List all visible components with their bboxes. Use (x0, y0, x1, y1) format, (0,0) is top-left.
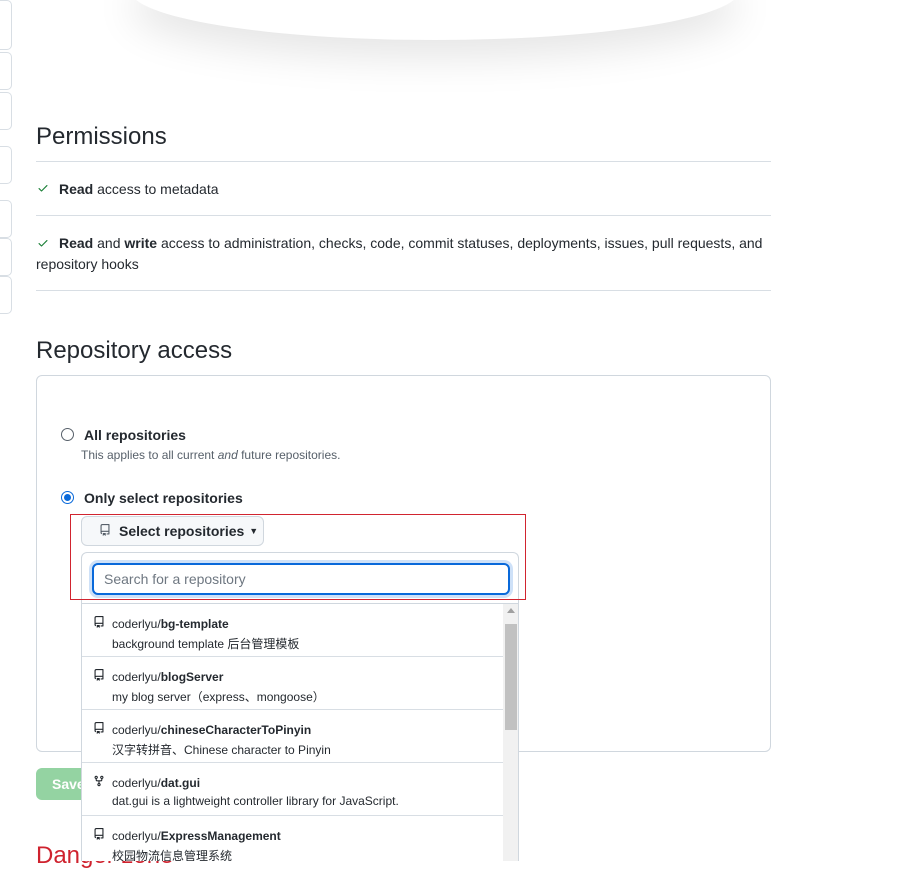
repository-description: background template 后台管理模板 (112, 637, 300, 651)
repository-owner: coderlyu/ (112, 723, 161, 737)
left-panel-edge (0, 276, 12, 314)
highlight-annotation (70, 514, 526, 600)
repo-icon (93, 827, 105, 846)
repository-title: ExpressManagement (160, 829, 281, 843)
repository-item[interactable]: coderlyu/blogServer my blog server（expres… (82, 657, 503, 710)
permission-item: Read access to metadata (36, 161, 771, 215)
dropdown-scrollbar[interactable] (503, 604, 518, 861)
permissions-title: Permissions (36, 123, 167, 150)
repository-item[interactable]: coderlyu/ExpressManagement 校园物流信息管理系统 (82, 816, 503, 861)
repository-name: coderlyu/dat.gui (112, 776, 200, 790)
permission-desc: and (93, 235, 125, 251)
repo-icon (93, 615, 105, 634)
left-panel-edge (0, 0, 12, 50)
repository-owner: coderlyu/ (112, 829, 161, 843)
check-icon (37, 181, 49, 197)
modal-shadow (130, 0, 740, 40)
fork-icon (93, 774, 105, 793)
permission-item: Read and write access to administration,… (36, 215, 771, 291)
repository-title: bg-template (160, 617, 229, 631)
permissions-list: Read access to metadata Read and write a… (36, 161, 771, 291)
repository-name: coderlyu/chineseCharacterToPinyin (112, 723, 311, 737)
all-repositories-radio[interactable] (61, 428, 74, 441)
repository-description: my blog server（express、mongoose） (112, 690, 325, 704)
repository-title: dat.gui (160, 776, 201, 790)
scroll-up-icon[interactable] (507, 608, 515, 613)
repository-item[interactable]: coderlyu/dat.gui dat.gui is a lightweight… (82, 763, 503, 816)
permission-level: write (124, 235, 158, 251)
repository-description: dat.gui is a lightweight controller libr… (112, 794, 399, 808)
repository-item[interactable]: coderlyu/bg-template background template … (82, 604, 503, 657)
repository-name: coderlyu/blogServer (112, 670, 223, 684)
repository-description: 汉字转拼音、Chinese character to Pinyin (112, 743, 331, 757)
repository-list[interactable]: coderlyu/bg-template background template … (82, 604, 503, 861)
repository-item[interactable]: coderlyu/chineseCharacterToPinyin 汉字转拼音、C… (82, 710, 503, 763)
repository-access-title: Repository access (36, 337, 233, 364)
left-panel-edge (0, 52, 12, 90)
only-select-label[interactable]: Only select repositories (84, 490, 243, 506)
permission-level: Read (59, 181, 94, 197)
left-panel-edge (0, 238, 12, 276)
left-panel-edge (0, 200, 12, 238)
repository-name: coderlyu/bg-template (112, 617, 229, 631)
permission-text: Read and write access to administration,… (36, 233, 771, 275)
scroll-thumb[interactable] (505, 624, 517, 730)
repository-title: chineseCharacterToPinyin (160, 723, 312, 737)
repo-icon (93, 721, 105, 740)
repository-description: 校园物流信息管理系统 (112, 849, 233, 861)
permission-desc: access to metadata (93, 181, 219, 197)
permission-level: Read (59, 235, 94, 251)
left-panel-edge (0, 92, 12, 130)
repository-owner: coderlyu/ (112, 776, 161, 790)
repository-title: blogServer (160, 670, 224, 684)
permission-text: Read access to metadata (59, 179, 219, 200)
only-select-radio[interactable] (61, 491, 74, 504)
repo-icon (93, 668, 105, 687)
repository-name: coderlyu/ExpressManagement (112, 829, 281, 843)
repository-owner: coderlyu/ (112, 670, 161, 684)
repository-owner: coderlyu/ (112, 617, 161, 631)
all-repositories-note: This applies to all current and future r… (81, 448, 341, 462)
left-panel-edge (0, 146, 12, 184)
all-repositories-label[interactable]: All repositories (84, 427, 186, 443)
